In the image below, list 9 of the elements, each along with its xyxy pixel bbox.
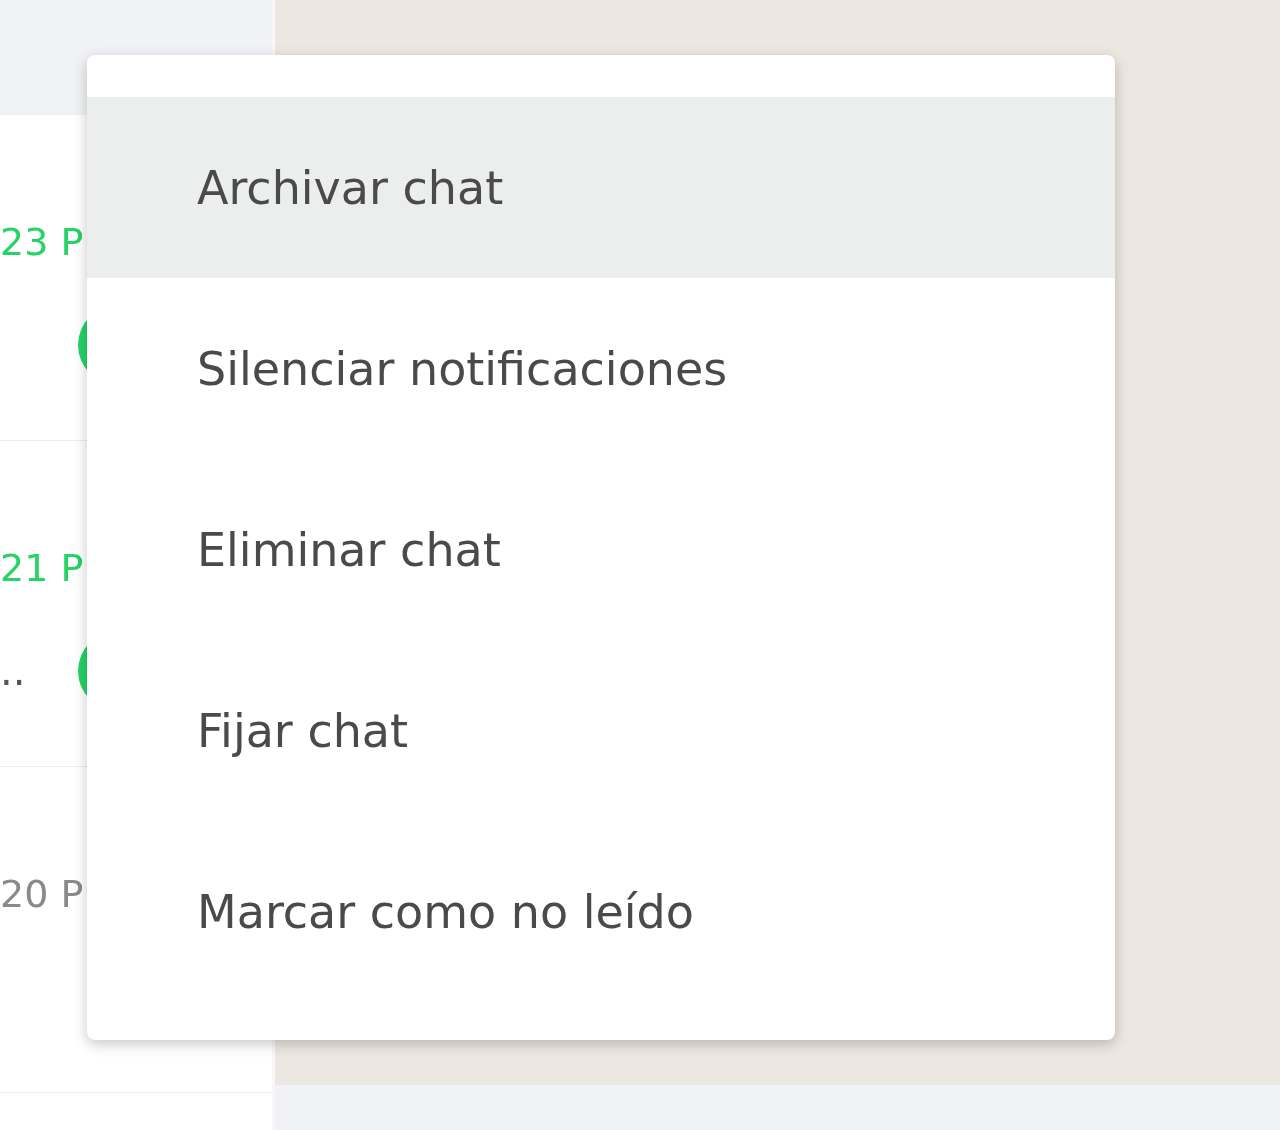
menu-item[interactable]: Marcar como no leído [87, 821, 1115, 1002]
menu-item[interactable]: Eliminar chat [87, 459, 1115, 640]
chat-time: 21 P [0, 546, 84, 590]
menu-item[interactable]: Fijar chat [87, 640, 1115, 821]
chat-time: 23 P [0, 220, 84, 264]
menu-item[interactable]: Silenciar notificaciones [87, 278, 1115, 459]
chat-time: 20 P [0, 872, 84, 916]
message-preview: .. [0, 648, 26, 694]
menu-item[interactable]: Archivar chat [87, 97, 1115, 278]
